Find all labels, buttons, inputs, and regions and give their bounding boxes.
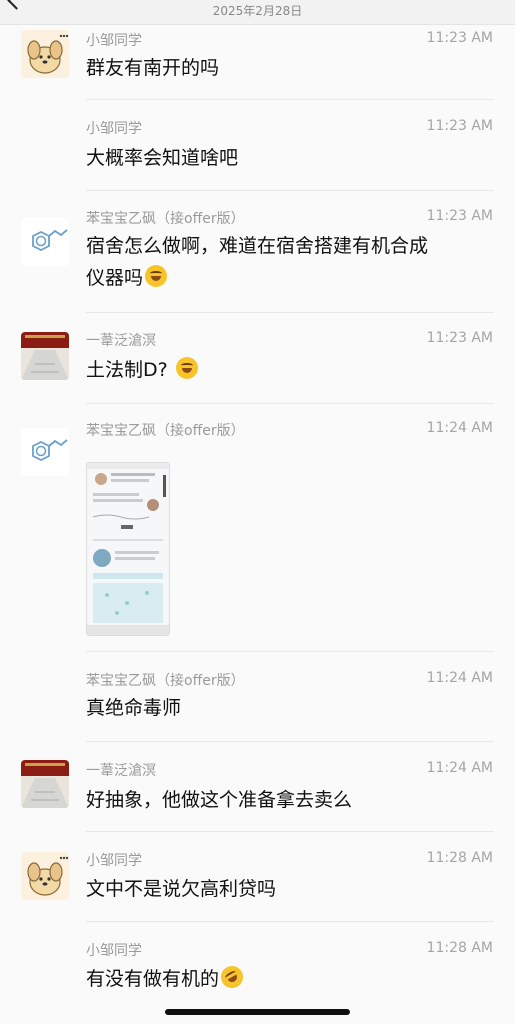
- divider: [86, 831, 494, 832]
- message-text: 大概率会知道啥吧: [86, 147, 239, 169]
- message-time: 11:23 AM: [426, 118, 493, 134]
- dog-avatar[interactable]: [21, 30, 69, 78]
- date-separator: 2025年2月28日: [212, 4, 303, 18]
- sender-name: 苯宝宝乙砜（接offer版）: [86, 673, 245, 689]
- message-text: 群友有南开的吗: [86, 57, 220, 79]
- message-time: 11:24 AM: [426, 670, 493, 686]
- message-text: 文中不是说欠高利贷吗: [86, 878, 277, 900]
- sender-name: 一葦泛滄溟: [86, 763, 156, 779]
- message-text: 好抽象，他做这个准备拿去卖么: [86, 789, 353, 811]
- divider: [86, 651, 494, 652]
- message-text: 真绝命毒师: [86, 697, 182, 719]
- divider: [86, 190, 494, 191]
- divider: [86, 403, 494, 404]
- sender-name: 小邹同学: [86, 943, 142, 959]
- message-time: 11:24 AM: [426, 420, 493, 436]
- message-item: 小邹同学 11:23 AM 群友有南开的吗: [0, 28, 515, 96]
- sender-name: 苯宝宝乙砜（接offer版）: [86, 211, 245, 227]
- sender-name: 苯宝宝乙砜（接offer版）: [86, 423, 245, 439]
- message-item: 苯宝宝乙砜（接offer版） 11:24 AM 真绝命毒师: [0, 668, 515, 730]
- message-text-line: 宿舍怎么做啊，难道在宿舍搭建有机合成: [86, 235, 429, 257]
- benzene-avatar[interactable]: [21, 218, 69, 266]
- message-text: 土法制D?: [86, 354, 486, 386]
- message-item: 小邹同学 11:23 AM 大概率会知道啥吧: [0, 118, 515, 178]
- benzene-avatar[interactable]: [21, 428, 69, 476]
- dog-avatar[interactable]: [21, 852, 69, 900]
- message-item: 苯宝宝乙砜（接offer版） 11:23 AM 宿舍怎么做啊，难道在宿舍搭建有机…: [0, 208, 515, 304]
- message-item: 苯宝宝乙砜（接offer版） 11:24 AM: [0, 420, 515, 640]
- message-time: 11:24 AM: [426, 760, 493, 776]
- message-time: 11:28 AM: [426, 940, 493, 956]
- top-bar: 2025年2月28日: [0, 0, 515, 25]
- message-time: 11:23 AM: [426, 30, 493, 46]
- message-item: 小邹同学 11:28 AM 文中不是说欠高利贷吗: [0, 848, 515, 912]
- message-item: 小邹同学 11:28 AM 有没有做有机的: [0, 938, 515, 1000]
- laughing-crying-emoji-icon: [145, 265, 168, 287]
- sender-name: 小邹同学: [86, 121, 142, 137]
- message-item: 一葦泛滄溟 11:24 AM 好抽象，他做这个准备拿去卖么: [0, 758, 515, 822]
- message-text-content: 有没有做有机的: [86, 968, 220, 990]
- palace-avatar[interactable]: [21, 332, 69, 380]
- divider: [86, 741, 494, 742]
- divider: [86, 921, 494, 922]
- sender-name: 小邹同学: [86, 33, 142, 49]
- home-indicator[interactable]: [165, 1009, 350, 1015]
- screenshot-thumbnail[interactable]: [86, 462, 170, 636]
- message-text-content: 土法制D?: [86, 359, 168, 381]
- message-time: 11:23 AM: [426, 330, 493, 346]
- message-text-line: 仪器吗: [86, 267, 144, 289]
- message-item: 一葦泛滄溟 11:23 AM 土法制D?: [0, 330, 515, 392]
- laughing-crying-emoji-icon: [175, 357, 198, 379]
- message-time: 11:28 AM: [426, 850, 493, 866]
- message-time: 11:23 AM: [426, 208, 493, 224]
- divider: [86, 312, 494, 313]
- divider: [86, 99, 494, 100]
- sender-name: 一葦泛滄溟: [86, 333, 156, 349]
- message-text: 宿舍怎么做啊，难道在宿舍搭建有机合成 仪器吗: [86, 230, 486, 294]
- rolling-laughing-emoji-icon: [216, 961, 248, 993]
- message-text: 有没有做有机的: [86, 961, 486, 995]
- palace-avatar[interactable]: [21, 760, 69, 808]
- sender-name: 小邹同学: [86, 853, 142, 869]
